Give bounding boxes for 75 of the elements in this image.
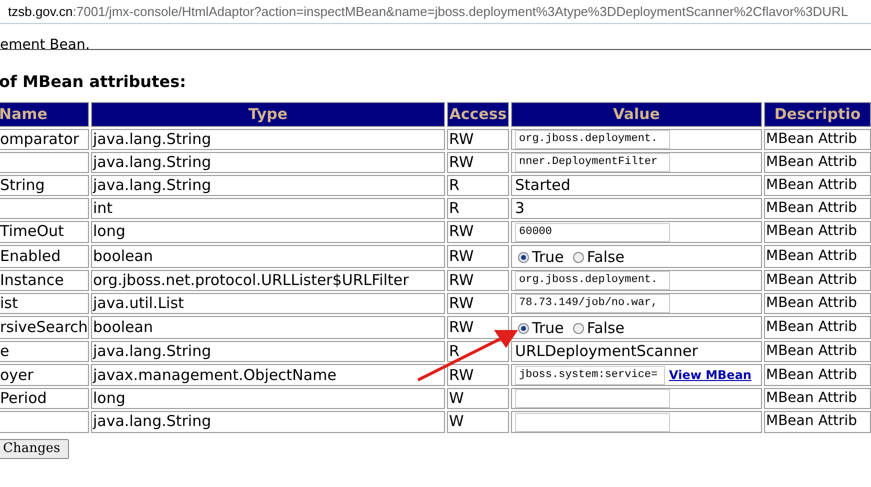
attribute-description: MBean Attrib [766,177,858,194]
value-field[interactable]: jboss.system:service= [515,366,665,385]
attribute-type: long [93,222,126,240]
attribute-type: java.lang.String [93,130,212,148]
access-mode: R [449,176,460,194]
radio-option[interactable]: False [572,248,625,267]
attribute-name: TimeOut [0,222,64,240]
attribute-description: MBean Attrib [766,130,858,147]
apply-changes-button[interactable]: Changes [0,438,70,459]
attribute-type: java.util.List [93,294,184,312]
attribute-name: rsiveSearch [0,318,88,336]
attribute-type: int [93,199,113,218]
attribute-description: MBean Attrib [766,390,858,406]
attribute-type: java.lang.String [93,412,212,430]
access-mode: W [449,412,464,430]
value-field[interactable]: 78.73.149/job/no.war, [515,294,670,314]
url-path: :7001/jmx-console/HtmlAdaptor?action=inspectMBean&name=jboss.deployment%3Atype%3DDeploymentScanner%2Cflavor%3DURL [72,2,848,21]
attribute-type: java.lang.String [93,342,212,360]
attribute-value: Started [515,176,570,194]
attribute-type: javax.management.ObjectName [93,366,336,384]
column-header: Name [0,102,89,126]
attribute-type: long [93,389,126,408]
attribute-name: omparator [0,130,80,148]
access-mode: RW [449,270,474,289]
value-field[interactable]: 60000 [515,222,670,242]
radio-option[interactable]: False [572,319,625,338]
attribute-name: String [0,176,45,194]
attribute-description: MBean Attrib [766,343,858,360]
value-field[interactable] [515,389,670,408]
access-mode: RW [449,318,474,336]
attribute-description: MBean Attrib [766,248,858,264]
access-mode: RW [449,222,474,240]
attribute-name: oyer [0,366,34,384]
attribute-description: MBean Attrib [766,272,858,288]
attribute-name: Instance [0,270,64,289]
access-mode: RW [449,294,474,312]
section-heading: of MBean attributes: [0,71,187,93]
value-field[interactable]: org.jboss.deployment. [515,271,670,290]
access-mode: RW [449,366,474,384]
value-field[interactable] [515,412,670,432]
column-header: Type [91,102,445,126]
access-mode: R [449,342,460,360]
column-header: Access [447,102,509,126]
access-mode: W [449,389,464,408]
attribute-type: java.lang.String [93,153,212,172]
url-host: tzsb.gov.cn [8,2,73,21]
attribute-description: MBean Attrib [766,223,858,240]
attribute-name: e [0,342,10,360]
value-field[interactable]: org.jboss.deployment. [515,130,670,149]
column-header: Value [511,102,762,126]
attribute-description: MBean Attrib [766,319,858,336]
attribute-description: MBean Attrib [766,154,858,170]
column-header: Descriptio [764,102,871,126]
attribute-type: boolean [93,318,153,336]
view-mbean-link[interactable]: View MBean [669,368,752,382]
value-field[interactable]: nner.DeploymentFilter [515,153,670,172]
access-mode: RW [449,246,474,265]
attribute-type: org.jboss.net.protocol.URLLister$URLFilter [93,270,409,289]
attribute-type: java.lang.String [93,176,212,194]
attribute-description: MBean Attrib [766,295,858,312]
attribute-value: URLDeploymentScanner [515,342,698,360]
intro-text: ement Bean. [0,37,90,49]
access-mode: RW [449,153,474,172]
attribute-description: MBean Attrib [766,366,858,383]
access-mode: RW [449,130,474,148]
radio-option[interactable]: True [518,248,564,267]
attribute-value: 3 [515,199,525,218]
attribute-name: Enabled [0,246,61,265]
attribute-name: Period [0,389,47,408]
attribute-name: ist [0,294,18,312]
access-mode: R [449,199,460,218]
attribute-type: boolean [93,246,153,265]
radio-option[interactable]: True [518,319,564,338]
attribute-description: MBean Attrib [766,413,858,430]
attribute-description: MBean Attrib [766,200,858,216]
